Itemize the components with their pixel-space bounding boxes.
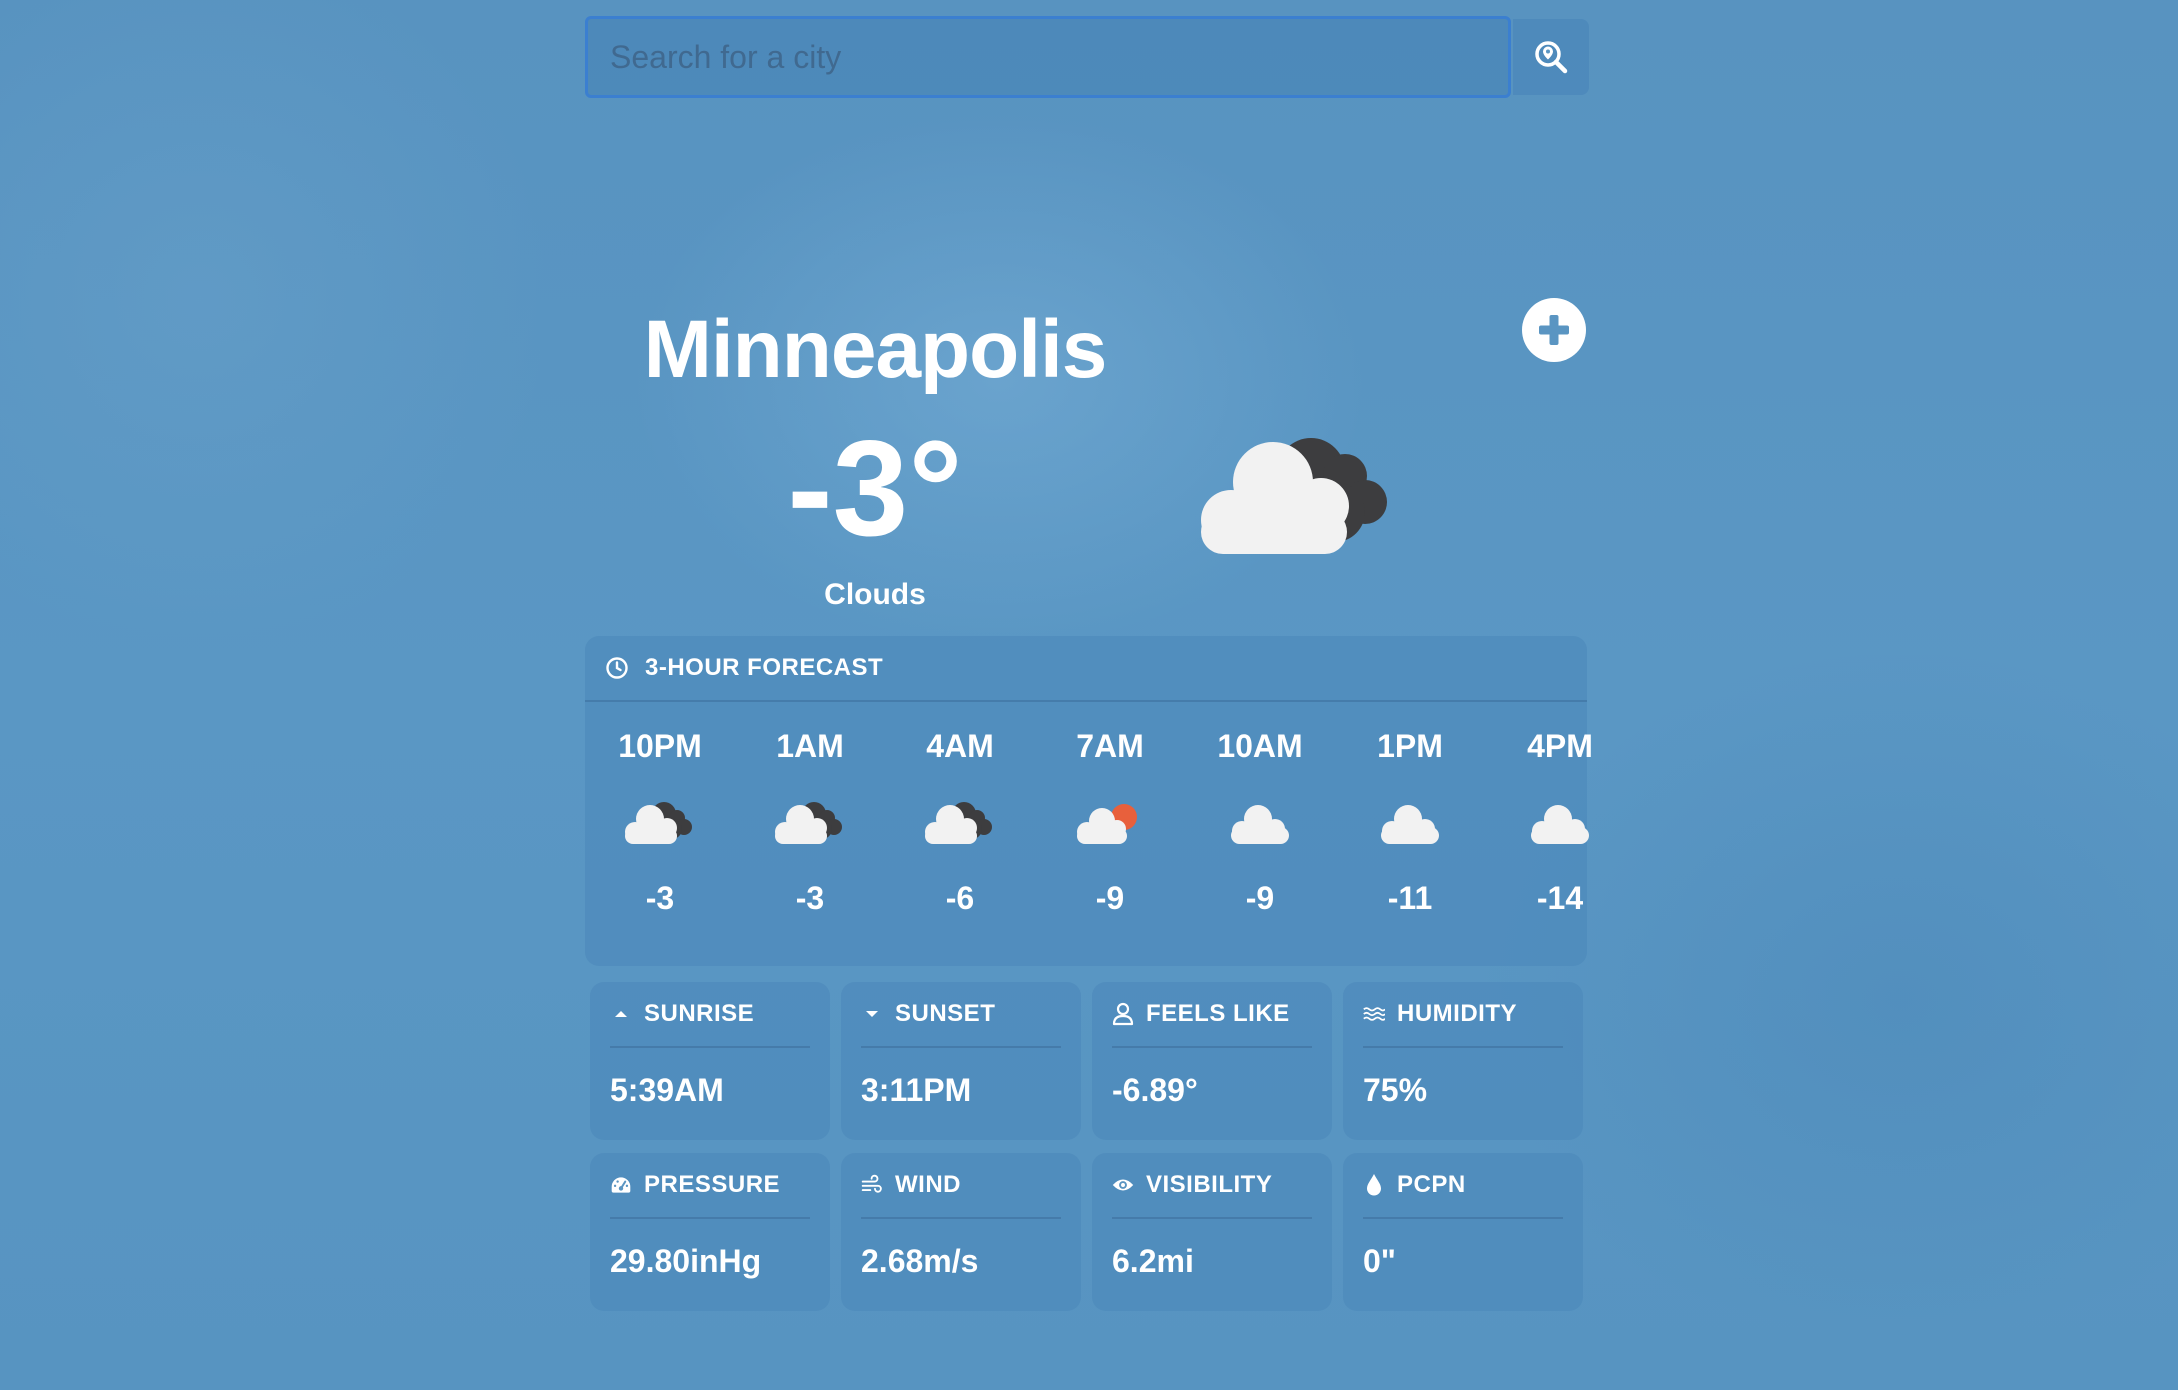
card-value: 29.80inHg xyxy=(610,1243,762,1279)
card-value: 6.2mi xyxy=(1112,1243,1194,1279)
card-value: 0" xyxy=(1363,1243,1396,1279)
caret-down-icon xyxy=(861,1008,883,1020)
hour-time: 7AM xyxy=(1076,728,1144,764)
feels-like-card: FEELS LIKE -6.89° xyxy=(1092,982,1332,1140)
cloud-icon xyxy=(1531,805,1589,844)
hour-temperature: -14 xyxy=(1536,880,1584,916)
add-city-button[interactable] xyxy=(1522,298,1586,362)
card-value: -6.89° xyxy=(1112,1072,1198,1108)
clouds-night-icon xyxy=(1193,420,1413,565)
hour-time: 10AM xyxy=(1217,728,1303,764)
water-icon xyxy=(1363,1004,1385,1024)
city-name: Minneapolis xyxy=(643,304,1108,395)
hour-time: 4AM xyxy=(926,728,994,764)
card-value: 2.68m/s xyxy=(861,1243,979,1279)
card-label: HUMIDITY xyxy=(1397,1000,1517,1027)
current-weather: Minneapolis -3° Clouds xyxy=(585,98,1587,658)
card-label: PCPN xyxy=(1397,1171,1466,1198)
humidity-card: HUMIDITY 75% xyxy=(1343,982,1583,1140)
droplet-icon xyxy=(1363,1173,1385,1197)
card-value: 3:11PM xyxy=(861,1072,972,1108)
card-value: 5:39AM xyxy=(610,1072,724,1108)
forecast-hour: 4PM -14 xyxy=(1485,702,1635,920)
weather-app: Minneapolis -3° Clouds xyxy=(585,16,1593,1311)
clouds-night-icon xyxy=(925,802,992,844)
forecast-hour: 1PM -11 xyxy=(1335,702,1485,920)
clouds-day-icon xyxy=(1077,804,1137,844)
search-location-icon xyxy=(1535,41,1568,74)
card-label: PRESSURE xyxy=(644,1171,781,1198)
current-condition: Clouds xyxy=(824,578,926,611)
hour-temperature: -9 xyxy=(1095,880,1125,916)
cloud-icon xyxy=(1231,805,1289,844)
hour-temperature: -3 xyxy=(645,880,675,916)
hourly-forecast: 3-HOUR FORECAST 10PM -3 1AM -3 4AM -6 7A… xyxy=(585,636,1593,966)
card-label: FEELS LIKE xyxy=(1146,1000,1290,1027)
clouds-night-icon xyxy=(625,802,692,844)
wind-card: WIND 2.68m/s xyxy=(841,1153,1081,1311)
card-label: WIND xyxy=(895,1171,961,1198)
card-label: SUNRISE xyxy=(644,1000,755,1027)
person-icon xyxy=(1112,1002,1134,1026)
search-input[interactable] xyxy=(585,16,1511,98)
forecast-title: 3-HOUR FORECAST xyxy=(645,654,884,681)
weather-details: SUNRISE 5:39AM SUNSET 3:11PM FEELS LIKE … xyxy=(590,982,1584,1311)
hour-temperature: -9 xyxy=(1245,880,1275,916)
forecast-hour: 4AM -6 xyxy=(885,702,1035,920)
forecast-hour: 1AM -3 xyxy=(735,702,885,920)
card-label: VISIBILITY xyxy=(1146,1171,1273,1198)
hour-time: 10PM xyxy=(618,728,702,764)
forecast-hour: 7AM -9 xyxy=(1035,702,1185,920)
forecast-hours: 10PM -3 1AM -3 4AM -6 7AM -9 10AM -9 1PM… xyxy=(585,702,1593,920)
gauge-icon xyxy=(610,1174,632,1196)
precipitation-card: PCPN 0" xyxy=(1343,1153,1583,1311)
visibility-card: VISIBILITY 6.2mi xyxy=(1092,1153,1332,1311)
sunset-card: SUNSET 3:11PM xyxy=(841,982,1081,1140)
card-label: SUNSET xyxy=(895,1000,996,1027)
wind-icon xyxy=(861,1174,883,1196)
hour-temperature: -6 xyxy=(945,880,975,916)
clock-icon xyxy=(606,657,628,679)
search-bar xyxy=(585,16,1589,98)
search-button[interactable] xyxy=(1513,19,1589,95)
current-temperature: -3° xyxy=(787,412,963,564)
forecast-hour: 10PM -3 xyxy=(585,702,735,920)
hour-time: 1AM xyxy=(776,728,844,764)
clouds-night-icon xyxy=(775,802,842,844)
forecast-hour: 10AM -9 xyxy=(1185,702,1335,920)
eye-icon xyxy=(1112,1175,1134,1195)
hour-time: 4PM xyxy=(1527,728,1593,764)
sunrise-card: SUNRISE 5:39AM xyxy=(590,982,830,1140)
hour-temperature: -11 xyxy=(1387,880,1433,916)
cloud-icon xyxy=(1381,805,1439,844)
forecast-header: 3-HOUR FORECAST xyxy=(585,636,1587,702)
caret-up-icon xyxy=(610,1008,632,1020)
plus-icon xyxy=(1539,315,1569,345)
card-value: 75% xyxy=(1363,1072,1428,1108)
hour-temperature: -3 xyxy=(795,880,825,916)
pressure-card: PRESSURE 29.80inHg xyxy=(590,1153,830,1311)
hour-time: 1PM xyxy=(1377,728,1443,764)
